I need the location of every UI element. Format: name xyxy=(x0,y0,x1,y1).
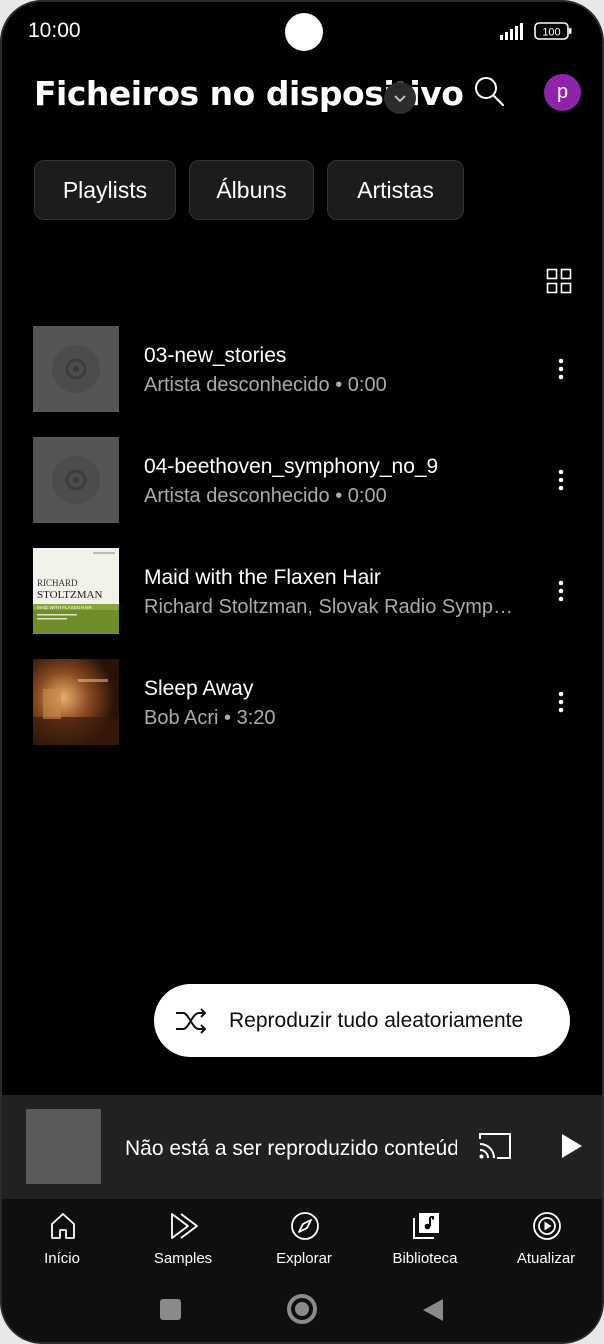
bottom-nav: Início Samples Explorar Biblioteca Atual… xyxy=(2,1199,602,1279)
nav-biblioteca[interactable]: Biblioteca xyxy=(370,1199,480,1279)
nav-label: Início xyxy=(44,1250,80,1267)
disc-icon xyxy=(52,345,100,393)
samples-icon xyxy=(171,1213,198,1239)
track-row[interactable]: 03-new_stories Artista desconhecido • 0:… xyxy=(2,326,602,426)
play-icon[interactable] xyxy=(558,1133,584,1159)
camera-cutout xyxy=(285,13,323,51)
track-row[interactable]: Sleep Away Bob Acri • 3:20 xyxy=(2,659,602,759)
status-bar: 10:00 100 xyxy=(2,2,602,60)
chip-playlists[interactable]: Playlists xyxy=(34,160,176,220)
signal-icon xyxy=(500,23,523,40)
shuffle-all-button[interactable]: Reproduzir tudo aleatoriamente xyxy=(154,984,570,1057)
svg-text:STOLTZMAN: STOLTZMAN xyxy=(37,589,102,601)
grid-view-icon[interactable] xyxy=(546,268,572,294)
status-time: 10:00 xyxy=(28,19,81,42)
nav-label: Samples xyxy=(153,1250,213,1267)
track-title: Sleep Away xyxy=(144,677,254,700)
track-title: 03-new_stories xyxy=(144,344,287,367)
phone-screen: 10:00 100 Ficheiros no dispositivo p Pla… xyxy=(0,0,604,1344)
more-vert-icon[interactable] xyxy=(550,576,572,606)
album-art-richard-stoltzman: RICHARD STOLTZMAN MAID WITH FLAXEN HAIR xyxy=(33,548,119,634)
track-row[interactable]: 04-beethoven_symphony_no_9 Artista desco… xyxy=(2,437,602,537)
back-button[interactable] xyxy=(422,1298,444,1322)
system-nav-bar xyxy=(2,1279,602,1342)
mini-player-artwork xyxy=(26,1109,101,1184)
track-thumbnail xyxy=(33,326,119,412)
compass-icon xyxy=(291,1212,319,1240)
svg-text:RICHARD: RICHARD xyxy=(37,578,78,588)
more-vert-icon[interactable] xyxy=(550,687,572,717)
nav-atualizar[interactable]: Atualizar xyxy=(491,1199,601,1279)
avatar[interactable]: p xyxy=(544,74,581,111)
mini-player[interactable]: Não está a ser reproduzido conteúdo xyxy=(2,1095,602,1199)
chip-albuns[interactable]: Álbuns xyxy=(189,160,314,220)
nav-inicio[interactable]: Início xyxy=(7,1199,117,1279)
track-subtitle: Artista desconhecido • 0:00 xyxy=(144,374,387,396)
nav-label: Atualizar xyxy=(516,1250,576,1267)
track-subtitle: Richard Stoltzman, Slovak Radio Symphony… xyxy=(144,596,520,618)
more-vert-icon[interactable] xyxy=(550,354,572,384)
search-icon[interactable] xyxy=(472,74,506,108)
chevron-down-icon xyxy=(394,95,406,103)
mini-player-text: Não está a ser reproduzido conteúdo xyxy=(125,1137,457,1160)
upgrade-icon xyxy=(533,1212,561,1240)
library-icon xyxy=(413,1213,439,1239)
home-button[interactable] xyxy=(287,1294,317,1324)
title-dropdown-button[interactable] xyxy=(384,82,416,114)
track-subtitle: Bob Acri • 3:20 xyxy=(144,707,276,729)
album-art-bob-acri xyxy=(33,659,119,745)
cast-icon[interactable] xyxy=(477,1131,513,1161)
battery-level: 100 xyxy=(542,27,560,39)
nav-label: Biblioteca xyxy=(392,1250,458,1267)
svg-text:MAID WITH FLAXEN HAIR: MAID WITH FLAXEN HAIR xyxy=(37,605,93,610)
track-title: Maid with the Flaxen Hair xyxy=(144,566,381,589)
battery-icon: 100 xyxy=(534,22,572,40)
track-row[interactable]: RICHARD STOLTZMAN MAID WITH FLAXEN HAIR … xyxy=(2,548,602,648)
home-icon xyxy=(51,1213,75,1239)
nav-explorar[interactable]: Explorar xyxy=(249,1199,359,1279)
recents-button[interactable] xyxy=(160,1299,181,1320)
chip-artistas[interactable]: Artistas xyxy=(327,160,464,220)
more-vert-icon[interactable] xyxy=(550,465,572,495)
disc-icon xyxy=(52,456,100,504)
shuffle-label: Reproduzir tudo aleatoriamente xyxy=(229,1009,524,1032)
shuffle-icon xyxy=(176,1008,207,1034)
nav-label: Explorar xyxy=(276,1250,332,1267)
track-subtitle: Artista desconhecido • 0:00 xyxy=(144,485,387,507)
nav-samples[interactable]: Samples xyxy=(128,1199,238,1279)
track-title: 04-beethoven_symphony_no_9 xyxy=(144,455,439,478)
track-thumbnail xyxy=(33,437,119,523)
